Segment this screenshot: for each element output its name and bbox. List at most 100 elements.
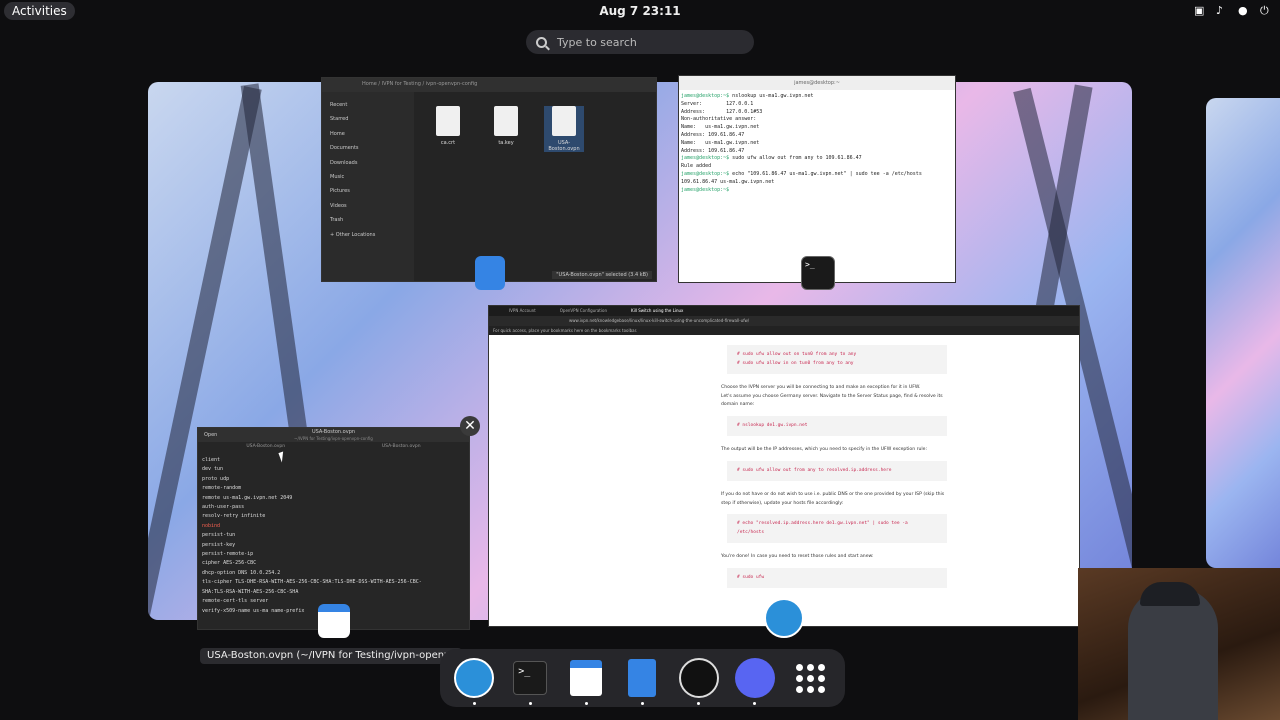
- dock-ivpn[interactable]: [452, 656, 496, 705]
- bookmarks-bar: For quick access, place your bookmarks h…: [489, 326, 1079, 335]
- tab-ivpn-account[interactable]: IVPN Account: [509, 308, 536, 314]
- terminal-line: Server: 127.0.0.1: [681, 101, 953, 109]
- editor-text[interactable]: client dev tun proto udp remote-random remot…: [198, 452, 469, 620]
- sidebar-item-recent[interactable]: Recent: [330, 98, 414, 112]
- terminal-line: Address: 109.61.86.47: [681, 132, 953, 140]
- terminal-text: Address: 109.61.86.47: [681, 131, 745, 138]
- ivpn-icon: [454, 658, 495, 698]
- search-input[interactable]: Type to search: [526, 30, 754, 54]
- editor-line: dev tun: [202, 466, 224, 473]
- dock-discord[interactable]: [733, 656, 777, 705]
- step-5: Choose the IVPN server you will be conne…: [721, 385, 943, 407]
- sidebar-item-other-locations[interactable]: + Other Locations: [330, 228, 414, 242]
- terminal-text: Non-authoritative answer:: [681, 116, 757, 123]
- terminal-line: james@desktop:~$ echo "109.61.86.47 us-m…: [681, 171, 953, 179]
- code-block: # sudo ufw: [727, 567, 947, 588]
- terminal-line: james@desktop:~$: [681, 187, 953, 195]
- close-window-button[interactable]: ✕: [460, 416, 480, 436]
- code-block: # sudo ufw allow out on tun0 from any to…: [727, 345, 947, 374]
- terminal-text: Address: 109.61.86.47: [681, 147, 745, 154]
- text-editor-window[interactable]: Open USA-Boston.ovpn ~/IVPN for Testing/…: [197, 427, 470, 630]
- sidebar-item-documents[interactable]: Documents: [330, 141, 414, 155]
- page-content: # sudo ufw allow out on tun0 from any to…: [489, 335, 1079, 588]
- terminal-text: Address: 127.0.0.1#53: [681, 108, 763, 115]
- dock: >_: [440, 649, 845, 707]
- ivpn-icon: [764, 598, 804, 638]
- sidebar-item-pictures[interactable]: Pictures: [330, 184, 414, 198]
- terminal-window[interactable]: james@desktop:~ james@desktop:~$ nslooku…: [678, 75, 956, 283]
- app-grid-icon: [796, 663, 826, 693]
- dock-document-viewer[interactable]: [620, 656, 664, 705]
- dock-app-grid[interactable]: [789, 656, 833, 700]
- address-bar[interactable]: www.ivpn.net/knowledgebase/linux/linux-k…: [489, 316, 1079, 326]
- files-window[interactable]: Home / IVPN for Testing / ivpn-openvpn-c…: [321, 77, 657, 282]
- editor-line: auth-user-pass: [202, 504, 245, 511]
- file-icon: [494, 106, 518, 136]
- terminal-output[interactable]: james@desktop:~$ nslookup us-ma1.gw.ivpn…: [679, 90, 955, 197]
- clock[interactable]: Aug 7 23:11: [0, 4, 1280, 18]
- sidebar-item-home[interactable]: Home: [330, 127, 414, 141]
- terminal-icon: >_: [513, 661, 548, 695]
- browser-window[interactable]: IVPN Account OpenVPN Configuration Kill …: [488, 305, 1080, 627]
- document-viewer-icon: [628, 659, 657, 697]
- terminal-line: james@desktop:~$ sudo ufw allow out from…: [681, 155, 953, 163]
- file-item[interactable]: ta.key: [486, 106, 526, 146]
- editor-line: dhcp-option DNS 10.0.254.2: [202, 569, 281, 576]
- sidebar-item-music[interactable]: Music: [330, 170, 414, 184]
- editor-header: Open USA-Boston.ovpn ~/IVPN for Testing/…: [198, 428, 469, 442]
- terminal-text: Rule added: [681, 163, 712, 170]
- editor-line: nobind: [202, 522, 221, 529]
- terminal-text: Name: us-ma1.gw.ivpn.net: [681, 124, 760, 131]
- editor-line: remote us-ma1.gw.ivpn.net 2049: [202, 494, 293, 501]
- terminal-prompt: james@desktop:~$: [681, 155, 730, 162]
- terminal-prompt: james@desktop:~$: [681, 170, 730, 177]
- terminal-text: Server: 127.0.0.1: [681, 100, 754, 107]
- text-editor-icon: [570, 660, 603, 696]
- sidebar-item-videos[interactable]: Videos: [330, 199, 414, 213]
- editor-tab[interactable]: USA-Boston.ovpn: [382, 444, 421, 452]
- editor-line: client: [202, 457, 221, 463]
- editor-line: SHA:TLS-RSA-WITH-AES-256-CBC-SHA: [202, 588, 299, 595]
- dock-terminal[interactable]: >_: [508, 656, 552, 705]
- dock-text-editor[interactable]: [564, 656, 608, 705]
- editor-line: remote-random: [202, 485, 242, 492]
- terminal-text: nslookup us-ma1.gw.ivpn.net: [729, 93, 814, 99]
- editor-line: cipher AES-256-CBC: [202, 560, 257, 567]
- terminal-icon: >_: [801, 256, 835, 290]
- open-button[interactable]: Open: [204, 431, 217, 440]
- workspace-next[interactable]: [1206, 98, 1280, 568]
- dock-obs[interactable]: [677, 656, 721, 705]
- editor-tab[interactable]: USA-Boston.ovpn: [246, 444, 285, 452]
- discord-icon: [734, 658, 775, 698]
- files-path[interactable]: Home / IVPN for Testing / ivpn-openvpn-c…: [322, 78, 656, 92]
- sidebar-item-downloads[interactable]: Downloads: [330, 156, 414, 170]
- files-sidebar: Recent Starred Home Documents Downloads …: [322, 92, 414, 281]
- editor-subtitle: ~/IVPN for Testing/ivpn-openvpn-config: [294, 436, 373, 441]
- file-item[interactable]: USA-Boston.ovpn: [544, 106, 584, 152]
- sidebar-item-trash[interactable]: Trash: [330, 213, 414, 227]
- terminal-line: Address: 109.61.86.47: [681, 148, 953, 156]
- sidebar-item-starred[interactable]: Starred: [330, 112, 414, 126]
- document-viewer-icon: [475, 256, 505, 290]
- editor-tabs: USA-Boston.ovpn USA-Boston.ovpn: [198, 442, 469, 452]
- browser-tabs: IVPN Account OpenVPN Configuration Kill …: [489, 306, 1079, 316]
- search-icon: [536, 36, 547, 48]
- terminal-text: Name: us-ma1.gw.ivpn.net: [681, 139, 760, 146]
- webcam-overlay: [1078, 568, 1280, 720]
- file-item[interactable]: ca.crt: [428, 106, 468, 146]
- terminal-line: Non-authoritative answer:: [681, 116, 953, 124]
- tab-kill-switch[interactable]: Kill Switch using the Linux: [631, 308, 683, 314]
- terminal-title: james@desktop:~: [679, 76, 955, 90]
- text-editor-icon: [318, 604, 350, 638]
- terminal-text: echo "109.61.86.47 us-ma1.gw.ivpn.net" |…: [729, 170, 922, 177]
- file-icon: [436, 106, 460, 136]
- tab-openvpn-config[interactable]: OpenVPN Configuration: [560, 308, 607, 314]
- terminal-line: Rule added: [681, 163, 953, 171]
- paragraph: If you do not have or do not wish to use…: [721, 492, 945, 506]
- file-icon: [552, 106, 576, 136]
- code-block: # sudo ufw allow out from any to resolve…: [727, 460, 947, 481]
- terminal-line: Address: 127.0.0.1#53: [681, 109, 953, 117]
- terminal-line: Name: us-ma1.gw.ivpn.net: [681, 140, 953, 148]
- search-placeholder: Type to search: [557, 35, 637, 49]
